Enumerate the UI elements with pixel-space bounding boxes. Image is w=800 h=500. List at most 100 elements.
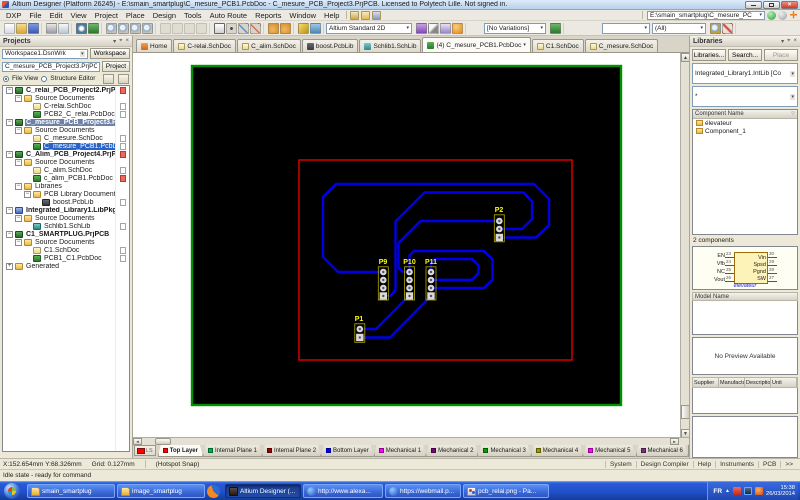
zoom1-icon[interactable] [106,23,117,34]
close-button[interactable]: × [781,1,798,9]
pcb-drawing[interactable]: P2 P9 [133,53,689,437]
panel-close-icon[interactable]: × [125,38,129,45]
doc-tab-c1-schdoc[interactable]: C1.SchDoc [532,39,584,52]
menu-place[interactable]: Place [122,11,149,20]
new-icon[interactable] [4,23,15,34]
tree-item-c-alim-pcb1-pcbdoc[interactable]: c_alim_PCB1.PcbDoc * [3,174,129,182]
forward-icon[interactable] [778,11,787,20]
tree-item-boost-pcblib[interactable]: boost.PcbLib [3,198,129,206]
panel-menu-icon[interactable]: ▾ [781,38,784,45]
menu-dxp[interactable]: DXP [2,11,25,20]
undo-icon[interactable] [268,23,279,34]
ball-icon[interactable] [452,23,463,34]
menu-edit[interactable]: Edit [46,11,67,20]
taskbar-item-smain-smartplug[interactable]: smain_smartplug [27,484,115,498]
menu-design[interactable]: Design [149,11,180,20]
preview-icon[interactable] [58,23,69,34]
doc-tab-boost-pcblib[interactable]: boost.PcbLib [302,39,359,52]
back-icon[interactable] [767,11,776,20]
menu-window[interactable]: Window [285,11,320,20]
help-button[interactable]: Help [693,461,715,468]
print-icon[interactable] [46,23,57,34]
find-icon[interactable] [710,23,721,34]
tree-item-source-documents[interactable]: −Source Documents [3,94,129,102]
minimize-button[interactable] [745,1,762,9]
brush-icon[interactable] [416,23,427,34]
open-dropdown-icon[interactable] [361,11,370,20]
layer-tab-top-layer[interactable]: Top Layer [158,445,203,457]
edit-dropdown-icon[interactable] [350,11,359,20]
doc-tab-schlib1-schlib[interactable]: Schlib1.SchLib [359,39,421,52]
item-button[interactable]: >> [780,461,797,468]
expand-minus-icon[interactable]: − [24,191,31,198]
tree-item-c-relai-pcb-project2-prjpcb[interactable]: −C_relai_PCB_Project2.PrjPCB [3,86,129,94]
board-icon[interactable] [310,23,321,34]
doc-tab-c-alim-schdoc[interactable]: C_alim.SchDoc [237,39,301,52]
cut-icon[interactable] [160,23,171,34]
tree-item-c-alim-schdoc[interactable]: C_alim.SchDoc [3,166,129,174]
paste-icon[interactable] [184,23,195,34]
menu-auto-route[interactable]: Auto Route [206,11,252,20]
tray-notification-icon[interactable] [733,487,741,495]
libraries-button[interactable]: Libraries... [692,49,726,61]
doc-tab-c-mesure-schdoc[interactable]: C_mesure.SchDoc [585,39,659,52]
structure-editor-radio[interactable] [41,76,47,82]
layer-tab-mechanical-3[interactable]: Mechanical 3 [478,445,530,457]
tree-item-source-documents[interactable]: −Source Documents [3,238,129,246]
paste2-icon[interactable] [196,23,207,34]
tray-display-icon[interactable] [744,487,752,495]
panel-pin-icon[interactable]: ⌖ [119,38,122,45]
scroll-down-icon[interactable]: ▼ [681,429,689,437]
expand-minus-icon[interactable]: − [15,183,22,190]
component-row-levateur[interactable]: élevateur [693,119,797,127]
clock[interactable]: 15:38 26/03/2014 [766,485,795,498]
zoom2-icon[interactable] [118,23,129,34]
tray-audio-icon[interactable] [755,487,763,495]
horizontal-scrollbar[interactable]: ◄ ► [133,437,689,445]
tray-expand-icon[interactable]: ▲ [725,488,730,494]
tree-item-pcb-library-documents[interactable]: −PCB Library Documents [3,190,129,198]
menu-view[interactable]: View [66,11,90,20]
taskbar-item-pcb-relai-png-pa[interactable]: pcb_relai.png - Pa... [463,484,549,498]
scroll-up-icon[interactable]: ▲ [681,53,689,62]
instruments-button[interactable]: Instruments [715,461,758,468]
zoom3-icon[interactable] [130,23,141,34]
expand-minus-icon[interactable]: − [15,127,22,134]
tree-item-source-documents[interactable]: −Source Documents [3,126,129,134]
doc-tab-home[interactable]: Home [136,39,172,52]
tree-item-c-relai-schdoc[interactable]: C-relai.SchDoc [3,102,129,110]
scroll-left-icon[interactable]: ◄ [133,438,142,445]
layer-tab-mechanical-1[interactable]: Mechanical 1 [374,445,426,457]
filter-combo[interactable]: ▾ [602,23,650,34]
layer-set-button[interactable]: LS [134,445,156,456]
tree-item-source-documents[interactable]: −Source Documents [3,158,129,166]
expand-minus-icon[interactable]: − [6,207,13,214]
layers-dropdown-icon[interactable] [372,11,381,20]
vertical-scroll-thumb[interactable] [681,405,689,419]
note-icon[interactable] [440,23,451,34]
project-combo[interactable]: C_mesure_PCB_Project3.PrjPCB [2,62,100,72]
tree-item-c1-schdoc[interactable]: C1.SchDoc [3,246,129,254]
tree-item-source-documents[interactable]: −Source Documents [3,214,129,222]
save-icon[interactable] [28,23,39,34]
tree-item-integrated-library1-libpkg[interactable]: −Integrated_Library1.LibPkg [3,206,129,214]
tree-item-schlib1-schlib[interactable]: Schlib1.SchLib [3,222,129,230]
xprobe-icon[interactable] [722,23,733,34]
tree-item-c1-smartplug-prjpcb[interactable]: −C1_SMARTPLUG.PrjPCB [3,230,129,238]
tree-item-c-mesure-schdoc[interactable]: C_mesure.SchDoc [3,134,129,142]
menu-file[interactable]: File [25,11,45,20]
tree-item-libraries[interactable]: −Libraries [3,182,129,190]
project-button[interactable]: Project [102,61,130,72]
workspace-combo[interactable]: Workspace1.DsnWrk ▾ [2,49,88,59]
supplier-table-body[interactable] [692,388,798,414]
column-unit[interactable]: Unit [771,378,797,387]
vertical-scrollbar[interactable]: ▲ ▼ [680,53,689,437]
workspace-button[interactable]: Workspace [90,48,130,59]
layer-tab-mechanical-5[interactable]: Mechanical 5 [583,445,635,457]
tree-item-c-mesure-pcb-project3-prjp[interactable]: −C_mesure_PCB_Project3.PrjP [3,118,129,126]
redo-icon[interactable] [280,23,291,34]
cursor-icon[interactable] [428,23,439,34]
pen-icon[interactable] [298,23,309,34]
copy-icon[interactable] [172,23,183,34]
component-list-header[interactable]: Component Name ▽ [693,110,797,119]
